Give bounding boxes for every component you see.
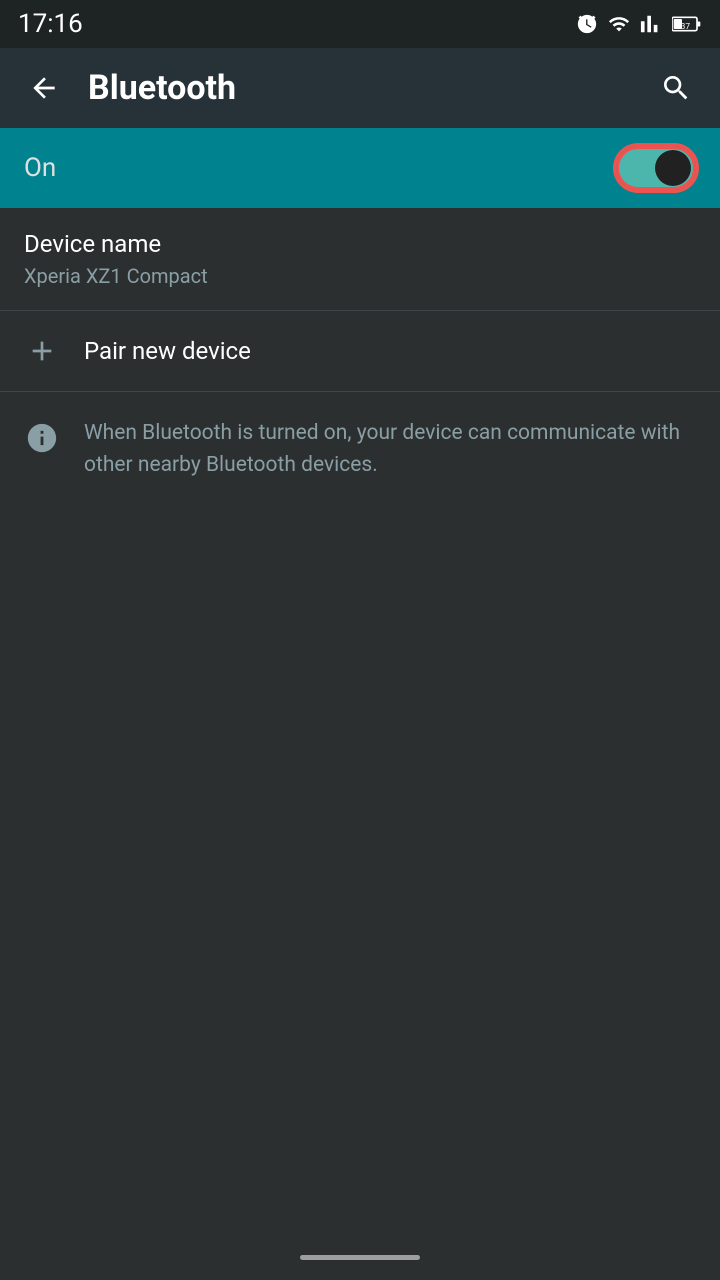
svg-text:37: 37 [681, 22, 691, 32]
pair-new-device-label: Pair new device [84, 337, 251, 365]
toggle-thumb [655, 150, 691, 186]
device-name-item[interactable]: Device name Xperia XZ1 Compact [0, 208, 720, 310]
page-title: Bluetooth [88, 68, 652, 108]
app-bar: Bluetooth [0, 48, 720, 128]
alarm-icon [576, 13, 598, 35]
wifi-icon [608, 13, 630, 35]
bluetooth-toggle-row[interactable]: On [0, 128, 720, 208]
status-time: 17:16 [18, 9, 83, 39]
pair-new-device-item[interactable]: Pair new device [0, 311, 720, 391]
signal-icon [640, 13, 662, 35]
toggle-container[interactable] [616, 146, 696, 190]
device-name-subtitle: Xperia XZ1 Compact [24, 264, 696, 288]
search-button[interactable] [652, 64, 700, 112]
status-icons: 37 [576, 13, 702, 35]
info-text: When Bluetooth is turned on, your device… [84, 418, 696, 481]
battery-icon: 37 [672, 13, 702, 35]
toggle-label: On [24, 153, 616, 183]
device-name-title: Device name [24, 230, 696, 258]
bottom-nav-indicator [300, 1255, 420, 1260]
add-icon [24, 333, 60, 369]
bluetooth-toggle[interactable] [616, 146, 696, 190]
info-row: When Bluetooth is turned on, your device… [0, 392, 720, 507]
info-icon [24, 420, 60, 456]
status-bar: 17:16 37 [0, 0, 720, 48]
back-button[interactable] [20, 64, 68, 112]
